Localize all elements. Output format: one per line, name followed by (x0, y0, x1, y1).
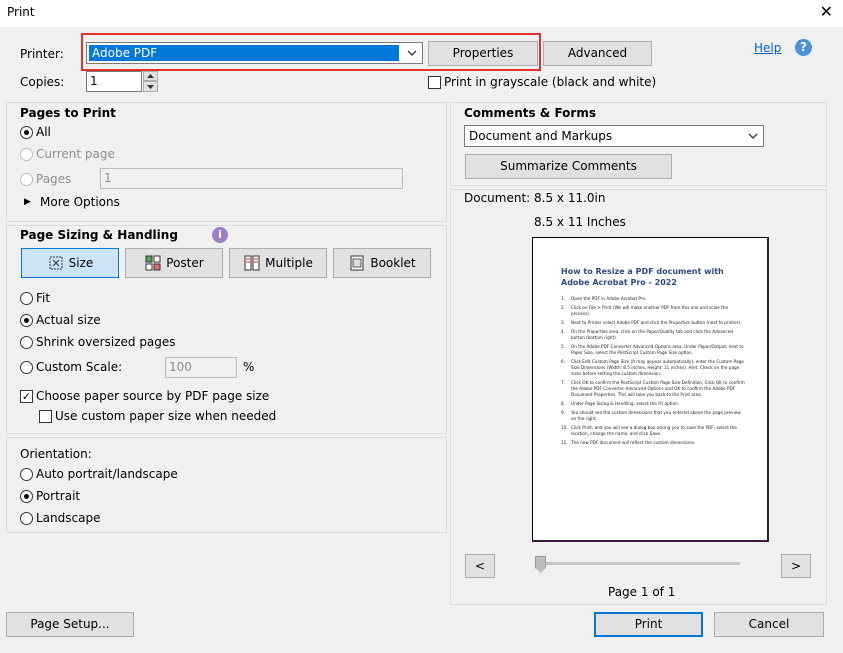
document-size-label: Document: 8.5 x 11.0in (464, 191, 606, 205)
radio-landscape-label: Landscape (36, 511, 101, 525)
preview-slider-track[interactable] (535, 562, 740, 565)
multiple-icon (244, 255, 260, 271)
help-icon[interactable]: ? (795, 39, 812, 56)
comments-select[interactable]: Document and Markups (464, 125, 764, 147)
radio-auto-orientation-label: Auto portrait/landscape (36, 467, 178, 481)
expand-triangle-icon[interactable]: ▶ (24, 197, 31, 207)
radio-portrait[interactable] (20, 490, 33, 503)
poster-icon (145, 255, 161, 271)
multiple-button[interactable]: Multiple (229, 248, 327, 278)
orientation-header: Orientation: (20, 447, 92, 461)
info-icon[interactable]: i (212, 227, 228, 243)
preview-doc-item: 4. On the Properties area, click on the P… (561, 329, 733, 340)
grayscale-label: Print in grayscale (black and white) (444, 75, 657, 89)
preview-doc-item: 2. Click on File > Print (We will make an… (561, 305, 729, 316)
preview-doc-item: 8. Under Page Sizing & Handling, select t… (561, 401, 680, 406)
close-icon[interactable]: ✕ (820, 3, 833, 21)
preview-doc-item: 10. Click Print, and you will see a dialo… (561, 425, 737, 436)
preview-doc-item: 5. On the Adobe PDF Converter Advanced Op… (561, 344, 744, 355)
paper-source-label: Choose paper source by PDF page size (36, 389, 270, 403)
booklet-button[interactable]: Booklet (333, 248, 431, 278)
preview-doc-item: 6. Click Edit Custom Page Size (it may ap… (561, 359, 744, 376)
radio-custom-scale[interactable] (20, 361, 33, 374)
radio-current-page-label: Current page (36, 147, 115, 161)
preview-doc-item: 9. You should see the custom dimensions t… (561, 410, 741, 421)
chevron-down-icon (743, 126, 763, 146)
help-link[interactable]: Help (754, 41, 781, 55)
page-setup-button[interactable]: Page Setup... (6, 612, 134, 637)
copies-input[interactable]: 1 (86, 71, 142, 92)
custom-paper-checkbox[interactable] (39, 410, 52, 423)
radio-shrink-label: Shrink oversized pages (36, 335, 176, 349)
radio-all-label: All (36, 125, 51, 139)
preview-doc-item: 3. Next to Printer select Adobe PDF and c… (561, 320, 742, 325)
size-icon (49, 256, 63, 270)
radio-pages[interactable] (20, 173, 33, 186)
preview-doc-title: How to Resize a PDF document with Adobe … (561, 267, 724, 287)
size-button-label: Size (68, 256, 94, 270)
paper-size-label: 8.5 x 11 Inches (534, 215, 626, 229)
custom-scale-input[interactable]: 100 (165, 357, 237, 378)
radio-pages-label: Pages (36, 172, 72, 186)
page-sizing-header: Page Sizing & Handling (20, 228, 178, 242)
radio-custom-scale-label: Custom Scale: (36, 360, 123, 374)
pages-to-print-header: Pages to Print (20, 106, 116, 120)
comments-forms-header: Comments & Forms (464, 106, 596, 120)
radio-portrait-label: Portrait (36, 489, 81, 503)
pages-range-input[interactable]: 1 (100, 168, 403, 189)
booklet-button-label: Booklet (370, 256, 416, 270)
page-counter: Page 1 of 1 (608, 585, 676, 599)
poster-button[interactable]: Poster (125, 248, 223, 278)
radio-landscape[interactable] (20, 512, 33, 525)
spin-down-icon[interactable] (143, 81, 158, 92)
radio-fit-label: Fit (36, 291, 51, 305)
preview-doc-list: 1. Open the PDF in Adobe Acrobat Pro. 2. Cl… (561, 296, 746, 449)
radio-current-page[interactable] (20, 148, 33, 161)
preview-doc-item: 7. Click OK to confirm the PostScript Cus… (561, 380, 745, 397)
size-button[interactable]: Size (21, 248, 119, 278)
comments-selected-value: Document and Markups (469, 129, 613, 143)
next-page-button[interactable]: > (781, 554, 811, 578)
title-bar (0, 0, 843, 27)
custom-paper-label: Use custom paper size when needed (55, 409, 277, 423)
radio-actual-size[interactable] (20, 314, 33, 327)
poster-button-label: Poster (166, 256, 204, 270)
window-title: Print (7, 5, 35, 19)
radio-shrink[interactable] (20, 336, 33, 349)
print-button[interactable]: Print (594, 612, 703, 637)
multiple-button-label: Multiple (265, 256, 313, 270)
copies-stepper[interactable] (143, 71, 158, 92)
page-preview: How to Resize a PDF document with Adobe … (532, 237, 769, 542)
preview-doc-item: 1. Open the PDF in Adobe Acrobat Pro. (561, 296, 647, 301)
grayscale-checkbox[interactable] (428, 76, 441, 89)
summarize-comments-button[interactable]: Summarize Comments (465, 154, 672, 179)
radio-all[interactable] (20, 126, 33, 139)
percent-label: % (243, 360, 255, 374)
radio-fit[interactable] (20, 292, 33, 305)
radio-actual-size-label: Actual size (36, 313, 101, 327)
radio-auto-orientation[interactable] (20, 468, 33, 481)
spin-up-icon[interactable] (143, 71, 158, 81)
paper-source-checkbox[interactable]: ✓ (20, 390, 33, 403)
copies-label: Copies: (20, 75, 65, 89)
booklet-icon (350, 255, 364, 271)
highlight-box (81, 33, 541, 71)
preview-doc-item: 11. The new PDF document will reflect the… (561, 440, 696, 445)
advanced-button[interactable]: Advanced (543, 41, 652, 66)
cancel-button[interactable]: Cancel (714, 612, 824, 637)
prev-page-button[interactable]: < (465, 554, 495, 578)
printer-label: Printer: (20, 47, 64, 61)
more-options-toggle[interactable]: More Options (40, 195, 120, 209)
